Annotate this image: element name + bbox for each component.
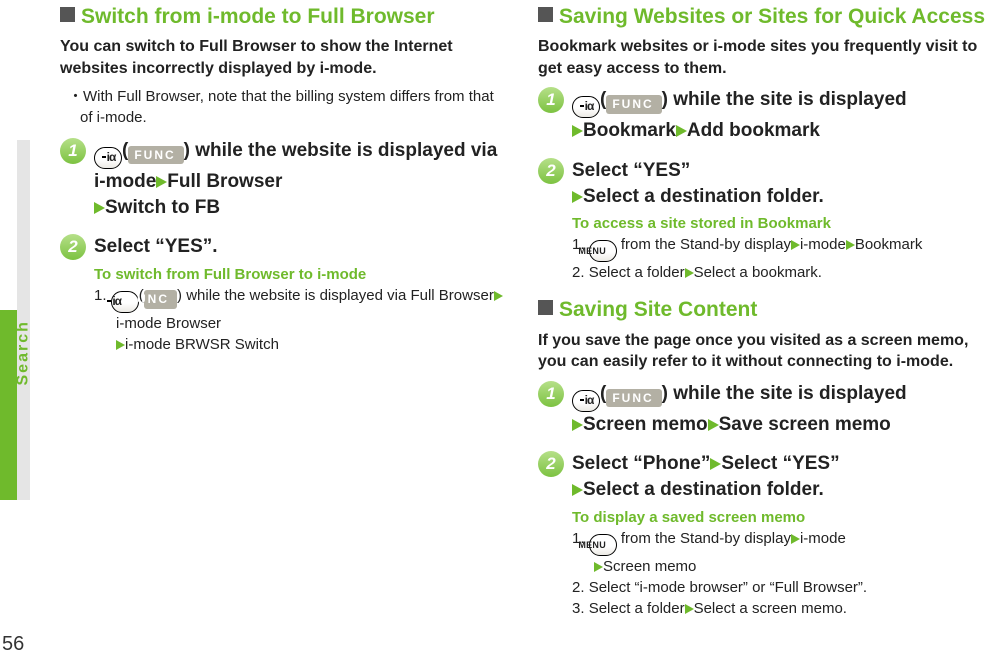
right-step-1: 1 iα(FUNC) while the site is displayed B… [538,87,988,144]
arrow-right-icon [791,534,800,544]
arrow-right-icon [846,240,855,250]
func-chip-icon: FUNC [128,146,183,164]
step-number-icon: 1 [538,381,564,407]
square-bullet-icon [60,7,75,22]
arrow-right-icon [685,604,694,614]
left-step-2: 2 Select “YES”. To switch from Full Brow… [60,234,510,355]
left-step-1: 1 iα(FUNC) while the website is displaye… [60,138,510,220]
square-bullet-icon [538,300,553,315]
step-number-icon: 1 [538,87,564,113]
heading-switch-browsers: Switch from i-mode to Full Browser [60,4,510,30]
func-chip-icon: FUNC [606,389,661,407]
subheading: To display a saved screen memo [572,509,988,526]
arrow-right-icon [572,484,583,496]
page-number: 56 [2,633,24,656]
arrow-right-icon [791,240,800,250]
step-number-icon: 2 [538,158,564,184]
square-bullet-icon [538,7,553,22]
lede-right: Bookmark websites or i-mode sites you fr… [538,36,988,79]
heading-saving-websites: Saving Websites or Sites for Quick Acces… [538,4,988,30]
substep-3: 3. Select a folderSelect a screen memo. [572,598,988,619]
subheading: To switch from Full Browser to i-mode [94,266,510,283]
substep-1-cont: Screen memo [572,556,988,577]
heading-text: Switch from i-mode to Full Browser [81,5,435,28]
right-step-2: 2 Select “YES” Select a destination fold… [538,158,988,283]
sc-step-2: 2 Select “Phone”Select “YES” Select a de… [538,451,988,618]
step-2-title: Select “YES” Select a destination folder… [572,158,988,209]
arrow-right-icon [594,562,603,572]
substep-1: 1. MENU from the Stand-by displayi-mode [572,528,988,556]
sc-step-1: 1 iα(FUNC) while the site is displayed S… [538,381,988,438]
substeps: 1. MENU from the Stand-by displayi-modeB… [572,234,988,283]
func-chip-icon: FUNC [144,290,177,309]
note-left: ・With Full Browser, note that the billin… [60,87,510,128]
menu-key-icon: MENU [589,534,617,556]
step-2-title: Select “Phone”Select “YES” Select a dest… [572,451,988,502]
arrow-right-icon [116,340,125,350]
substeps: 1. MENU from the Stand-by displayi-mode … [572,528,988,619]
step-number-icon: 2 [538,451,564,477]
lede-left: You can switch to Full Browser to show t… [60,36,510,79]
side-tab-label: Search [15,373,33,386]
arrow-right-icon [708,419,719,431]
substep-2: 2. Select a folderSelect a bookmark. [572,262,988,283]
step-1-title: iα(FUNC) while the website is displayed … [94,138,510,220]
side-tab: Search [0,140,30,500]
substeps: 1. iα(FUNC) while the website is display… [94,285,510,355]
step-2-title: Select “YES”. [94,234,510,260]
i-alpha-key-icon: iα [572,96,600,118]
right-column: Saving Websites or Sites for Quick Acces… [538,0,996,633]
arrow-right-icon [94,202,105,214]
substep-1-cont: i-mode BRWSR Switch [94,334,510,355]
step-1-title: iα(FUNC) while the site is displayed Scr… [572,381,988,438]
heading-saving-site-content: Saving Site Content [538,297,988,323]
arrow-right-icon [572,419,583,431]
heading-text: Saving Websites or Sites for Quick Acces… [559,5,985,28]
substep-1: 1. MENU from the Stand-by displayi-modeB… [572,234,988,262]
arrow-right-icon [710,458,721,470]
arrow-right-icon [156,176,167,188]
i-alpha-key-icon: iα [94,147,122,169]
menu-key-icon: MENU [589,240,617,262]
step-number-icon: 2 [60,234,86,260]
step-1-title: iα(FUNC) while the site is displayed Boo… [572,87,988,144]
subheading: To access a site stored in Bookmark [572,215,988,232]
left-column: Switch from i-mode to Full Browser You c… [60,0,518,633]
arrow-right-icon [494,291,503,301]
step-number-icon: 1 [60,138,86,164]
arrow-right-icon [572,191,583,203]
i-alpha-key-icon: iα [572,390,600,412]
arrow-right-icon [685,268,694,278]
arrow-right-icon [572,125,583,137]
arrow-right-icon [676,125,687,137]
heading-text: Saving Site Content [559,298,757,321]
func-chip-icon: FUNC [606,95,661,113]
substep-1: 1. iα(FUNC) while the website is display… [94,285,510,334]
lede-site-content: If you save the page once you visited as… [538,330,988,373]
substep-2: 2. Select “i-mode browser” or “Full Brow… [572,577,988,598]
